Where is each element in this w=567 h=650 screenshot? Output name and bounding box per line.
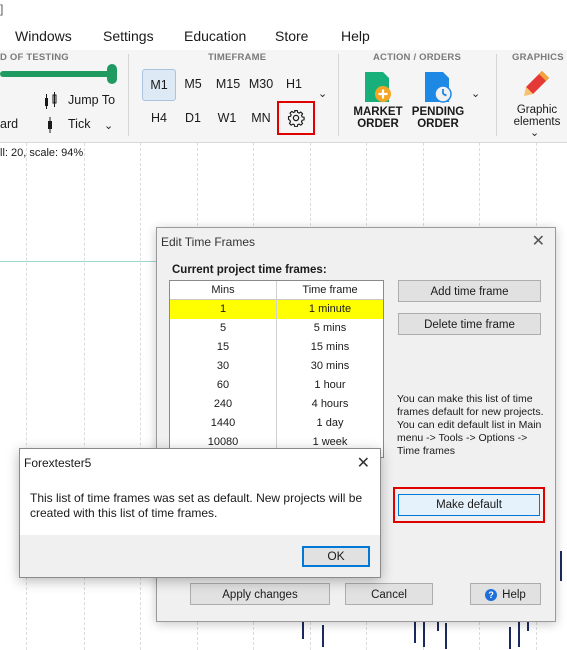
cell-mins: 5: [219, 322, 227, 334]
confirmation-message-box: Forextester5 ✕ This list of time frames …: [19, 448, 381, 578]
speed-group-title: D OF TESTING: [0, 52, 69, 63]
tf-d1-button[interactable]: D1: [177, 103, 209, 133]
default-info-text: You can make this list of time frames de…: [397, 393, 544, 457]
title-fragment: ]: [0, 2, 4, 16]
cell-mins: 60: [216, 379, 230, 391]
menu-education[interactable]: Education: [184, 28, 246, 44]
help-button-label: Help: [502, 589, 526, 601]
title-strip: ]: [0, 0, 567, 22]
tf-mn-button[interactable]: MN: [245, 103, 277, 133]
market-order-icon: [361, 70, 395, 109]
menu-store[interactable]: Store: [275, 28, 308, 44]
close-icon[interactable]: ✕: [532, 231, 545, 251]
market-order-button[interactable]: MARKET ORDER: [350, 106, 406, 130]
price-level-line: [0, 261, 160, 262]
candle: [560, 551, 562, 581]
speed-slider-thumb[interactable]: [107, 64, 117, 84]
pending-order-label-1: PENDING: [411, 106, 465, 118]
jump-to-button[interactable]: Jump To: [68, 93, 115, 107]
chevron-down-icon[interactable]: ⌄: [471, 87, 480, 100]
cell-mins: 240: [213, 398, 233, 410]
chart-info-text: ll: 20, scale: 94%: [0, 147, 84, 159]
tf-m30-button[interactable]: M30: [245, 69, 277, 99]
cell-mins: 30: [216, 360, 230, 372]
tf-w1-button[interactable]: W1: [211, 103, 243, 133]
add-time-frame-button[interactable]: Add time frame: [398, 280, 541, 302]
speed-slider-track[interactable]: [0, 71, 114, 77]
jump-to-icon: [43, 92, 63, 113]
cell-mins: 1440: [210, 417, 236, 429]
cell-time-frame: 4 hours: [311, 398, 349, 410]
cell-time-frame: 1 day: [316, 417, 344, 429]
help-button[interactable]: ? Help: [470, 583, 541, 605]
candle: [445, 623, 447, 649]
divider: [496, 54, 497, 136]
menu-bar: Windows Settings Education Store Help: [0, 22, 567, 51]
graphics-group-title: GRAPHICS: [512, 52, 564, 63]
tick-dropdown[interactable]: Tick: [68, 117, 90, 131]
timeframe-settings-button[interactable]: [277, 101, 315, 135]
menu-settings[interactable]: Settings: [103, 28, 154, 44]
cell-mins: 15: [216, 341, 230, 353]
timeframes-table[interactable]: Mins Time frame 1 1 minute 5 5 mins 15 1…: [169, 280, 384, 458]
graphic-elements-button[interactable]: Graphic elements: [508, 104, 566, 128]
tf-h4-button[interactable]: H4: [143, 103, 175, 133]
column-header-time-frame[interactable]: Time frame: [277, 281, 383, 300]
pending-order-icon: [421, 70, 455, 109]
delete-time-frame-button[interactable]: Delete time frame: [398, 313, 541, 335]
tick-icon: [44, 116, 56, 137]
apply-changes-button[interactable]: Apply changes: [190, 583, 330, 605]
cell-mins: 1: [219, 303, 227, 315]
divider: [128, 54, 129, 136]
section-label: Current project time frames:: [172, 264, 327, 276]
make-default-highlight: Make default: [393, 487, 545, 523]
tf-m15-button[interactable]: M15: [212, 69, 244, 99]
help-icon: ?: [485, 588, 498, 601]
candle: [322, 625, 324, 647]
cell-time-frame: 1 hour: [314, 379, 346, 391]
cell-time-frame: 1 minute: [308, 303, 352, 315]
ok-button[interactable]: OK: [302, 546, 370, 567]
left-fragment-label[interactable]: ard: [0, 117, 18, 131]
action-group-title: ACTION / ORDERS: [373, 52, 461, 63]
tf-h1-button[interactable]: H1: [278, 69, 310, 99]
column-divider: [276, 281, 277, 457]
timeframe-group-title: TIMEFRAME: [208, 52, 267, 63]
close-icon[interactable]: ✕: [357, 453, 370, 473]
pencil-icon: [520, 68, 552, 105]
candle: [509, 627, 511, 649]
make-default-button[interactable]: Make default: [398, 494, 540, 516]
message-body: This list of time frames was set as defa…: [20, 477, 380, 535]
tf-m5-button[interactable]: M5: [177, 69, 209, 99]
pending-order-button[interactable]: PENDING ORDER: [408, 106, 468, 130]
candle: [423, 619, 425, 647]
market-order-label-2: ORDER: [357, 118, 399, 130]
message-title-bar: Forextester5 ✕: [20, 449, 380, 477]
column-header-mins[interactable]: Mins: [170, 281, 276, 300]
cell-time-frame: 30 mins: [310, 360, 350, 372]
pending-order-label-2: ORDER: [417, 118, 459, 130]
message-text: This list of time frames was set as defa…: [30, 491, 363, 520]
gear-icon: [287, 109, 305, 127]
dialog-title: Edit Time Frames: [161, 235, 256, 249]
chevron-down-icon[interactable]: ⌄: [530, 126, 539, 139]
message-title: Forextester5: [24, 456, 92, 470]
chevron-down-icon[interactable]: ⌄: [318, 87, 327, 100]
menu-windows[interactable]: Windows: [15, 28, 72, 44]
market-order-label-1: MARKET: [353, 106, 403, 118]
cancel-button[interactable]: Cancel: [345, 583, 433, 605]
divider: [338, 54, 339, 136]
tf-m1-button[interactable]: M1: [142, 69, 176, 101]
chevron-down-icon[interactable]: ⌄: [104, 119, 113, 132]
menu-help[interactable]: Help: [341, 28, 370, 44]
graphic-elements-label-1: Graphic: [516, 104, 558, 116]
cell-time-frame: 5 mins: [313, 322, 347, 334]
cell-time-frame: 15 mins: [310, 341, 350, 353]
